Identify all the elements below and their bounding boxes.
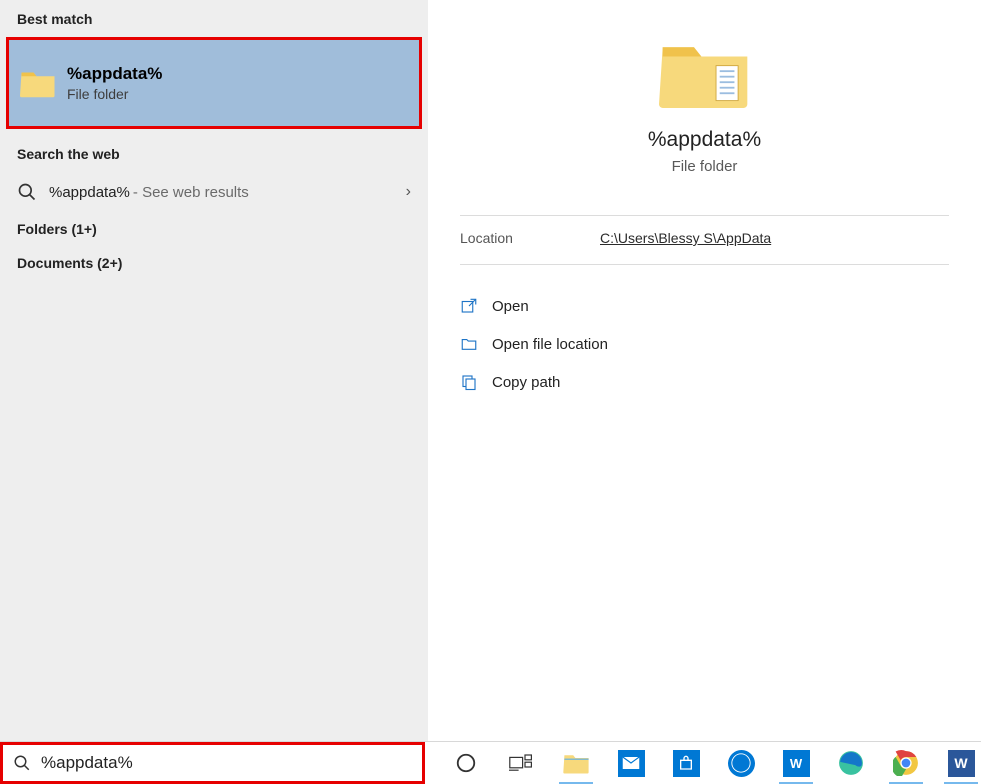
web-result-row[interactable]: %appdata% - See web results › [0, 172, 428, 212]
open-action[interactable]: Open [460, 287, 981, 325]
task-view-button[interactable] [501, 742, 541, 784]
edge-button[interactable] [831, 742, 871, 784]
copy-path-label: Copy path [492, 374, 560, 391]
open-label: Open [492, 298, 529, 315]
word-online-button[interactable]: W [776, 742, 816, 784]
chrome-button[interactable] [886, 742, 926, 784]
app-button[interactable] [721, 742, 761, 784]
search-value: %appdata% [41, 753, 133, 773]
copy-icon [460, 373, 478, 391]
result-text: %appdata% File folder [67, 64, 162, 102]
category-folders[interactable]: Folders (1+) [0, 212, 428, 246]
search-input[interactable]: %appdata% [0, 742, 425, 784]
web-result-suffix: - See web results [133, 184, 249, 201]
search-results-pane: Best match %appdata% File folder Search … [0, 0, 428, 741]
folder-icon [20, 68, 56, 98]
location-label: Location [460, 230, 600, 246]
search-icon [13, 754, 31, 772]
best-match-result[interactable]: %appdata% File folder [6, 37, 422, 129]
chevron-right-icon: › [406, 183, 411, 201]
dell-icon [728, 750, 755, 777]
mail-icon [618, 750, 645, 777]
store-icon [673, 750, 700, 777]
web-result-label: %appdata% [49, 184, 130, 201]
mail-button[interactable] [611, 742, 651, 784]
file-explorer-icon [563, 750, 590, 777]
open-file-location-action[interactable]: Open file location [460, 325, 981, 363]
preview-title: %appdata% [428, 128, 981, 152]
search-web-header: Search the web [0, 135, 428, 172]
folder-icon [659, 36, 751, 110]
open-icon [460, 297, 478, 315]
result-title: %appdata% [67, 64, 162, 84]
preview-pane: %appdata% File folder Location C:\Users\… [428, 0, 981, 741]
edge-icon [838, 750, 864, 776]
task-view-icon [509, 753, 533, 773]
category-documents[interactable]: Documents (2+) [0, 246, 428, 280]
file-explorer-button[interactable] [556, 742, 596, 784]
word-app-icon: W [948, 750, 975, 777]
open-location-label: Open file location [492, 336, 608, 353]
cortana-icon [455, 752, 477, 774]
word-button[interactable]: W [941, 742, 981, 784]
word-icon: W [783, 750, 810, 777]
location-value[interactable]: C:\Users\Blessy S\AppData [600, 230, 771, 246]
location-row: Location C:\Users\Blessy S\AppData [428, 216, 981, 246]
copy-path-action[interactable]: Copy path [460, 363, 981, 401]
preview-subtitle: File folder [428, 158, 981, 175]
store-button[interactable] [666, 742, 706, 784]
cortana-button[interactable] [446, 742, 486, 784]
result-subtitle: File folder [67, 86, 162, 102]
search-icon [17, 182, 37, 202]
chrome-icon [893, 750, 919, 776]
best-match-header: Best match [0, 0, 428, 37]
folder-location-icon [460, 335, 478, 353]
taskbar: %appdata% [0, 741, 981, 784]
